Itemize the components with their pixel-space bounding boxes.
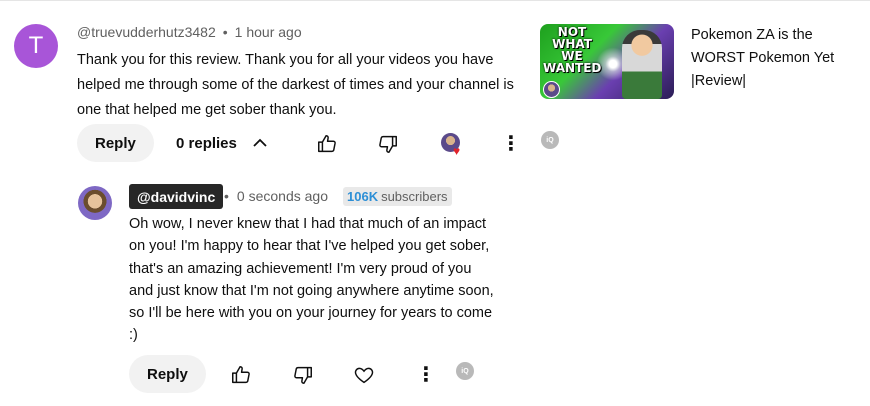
thumbs-up-icon (232, 366, 250, 384)
replies-toggle[interactable]: 0 replies (176, 124, 269, 162)
more-actions-button[interactable]: ⋮ (500, 133, 522, 155)
subscriber-count: 106K (347, 189, 379, 204)
thumbnail-figure (622, 30, 662, 99)
extension-badge-icon[interactable]: iQ (541, 131, 559, 149)
reply-button[interactable]: Reply (77, 124, 154, 162)
reply-meta: • 0 seconds ago (224, 188, 328, 204)
subscriber-label: subscribers (381, 189, 448, 204)
like-button[interactable] (316, 133, 338, 155)
reply-time[interactable]: 0 seconds ago (237, 188, 328, 204)
comment-text: Thank you for this review. Thank you for… (77, 52, 514, 118)
dislike-button[interactable] (377, 133, 399, 155)
thumbs-down-icon (294, 366, 312, 384)
reply-extension-badge-icon[interactable]: iQ (456, 362, 474, 380)
subscriber-count-badge: 106K subscribers (343, 187, 452, 206)
comment-author[interactable]: @truevudderhutz3482 (77, 24, 216, 40)
avatar-letter: T (28, 32, 44, 59)
more-vert-icon: ⋮ (501, 133, 521, 155)
heart-icon: ♥ (453, 144, 461, 158)
reply-reply-button[interactable]: Reply (129, 355, 206, 393)
reply-author-avatar[interactable] (78, 186, 112, 220)
comment-meta: @truevudderhutz3482 • 1 hour ago (77, 24, 302, 40)
reply-text: Oh wow, I never knew that I had that muc… (129, 216, 494, 344)
replies-count: 0 replies (176, 134, 237, 152)
creator-heart-badge: ♥ (441, 133, 465, 157)
reply-dislike-button[interactable] (292, 364, 314, 386)
video-thumbnail[interactable]: NOT WHAT WE WANTED (540, 24, 674, 99)
meta-separator: • (222, 24, 228, 40)
thumbnail-text: NOT WHAT WE WANTED (543, 25, 602, 75)
heart-outline-icon (354, 367, 374, 384)
reply-more-actions-button[interactable]: ⋮ (415, 364, 437, 386)
top-divider (0, 0, 870, 1)
commenter-avatar[interactable]: T (14, 24, 58, 68)
reply-like-button[interactable] (230, 364, 252, 386)
chevron-up-icon (253, 138, 267, 147)
reply-heart-button[interactable] (353, 364, 375, 386)
thumbnail-channel-avatar (543, 81, 560, 98)
reply-meta-separator: • (224, 188, 229, 204)
more-vert-icon: ⋮ (416, 364, 436, 386)
thumbs-up-icon (318, 135, 336, 153)
creator-handle[interactable]: @davidvinc (129, 184, 224, 209)
comment-time[interactable]: 1 hour ago (235, 24, 302, 40)
thumbs-down-icon (379, 135, 397, 153)
video-title[interactable]: Pokemon ZA is the WORST Pokemon Yet |Rev… (691, 24, 869, 93)
